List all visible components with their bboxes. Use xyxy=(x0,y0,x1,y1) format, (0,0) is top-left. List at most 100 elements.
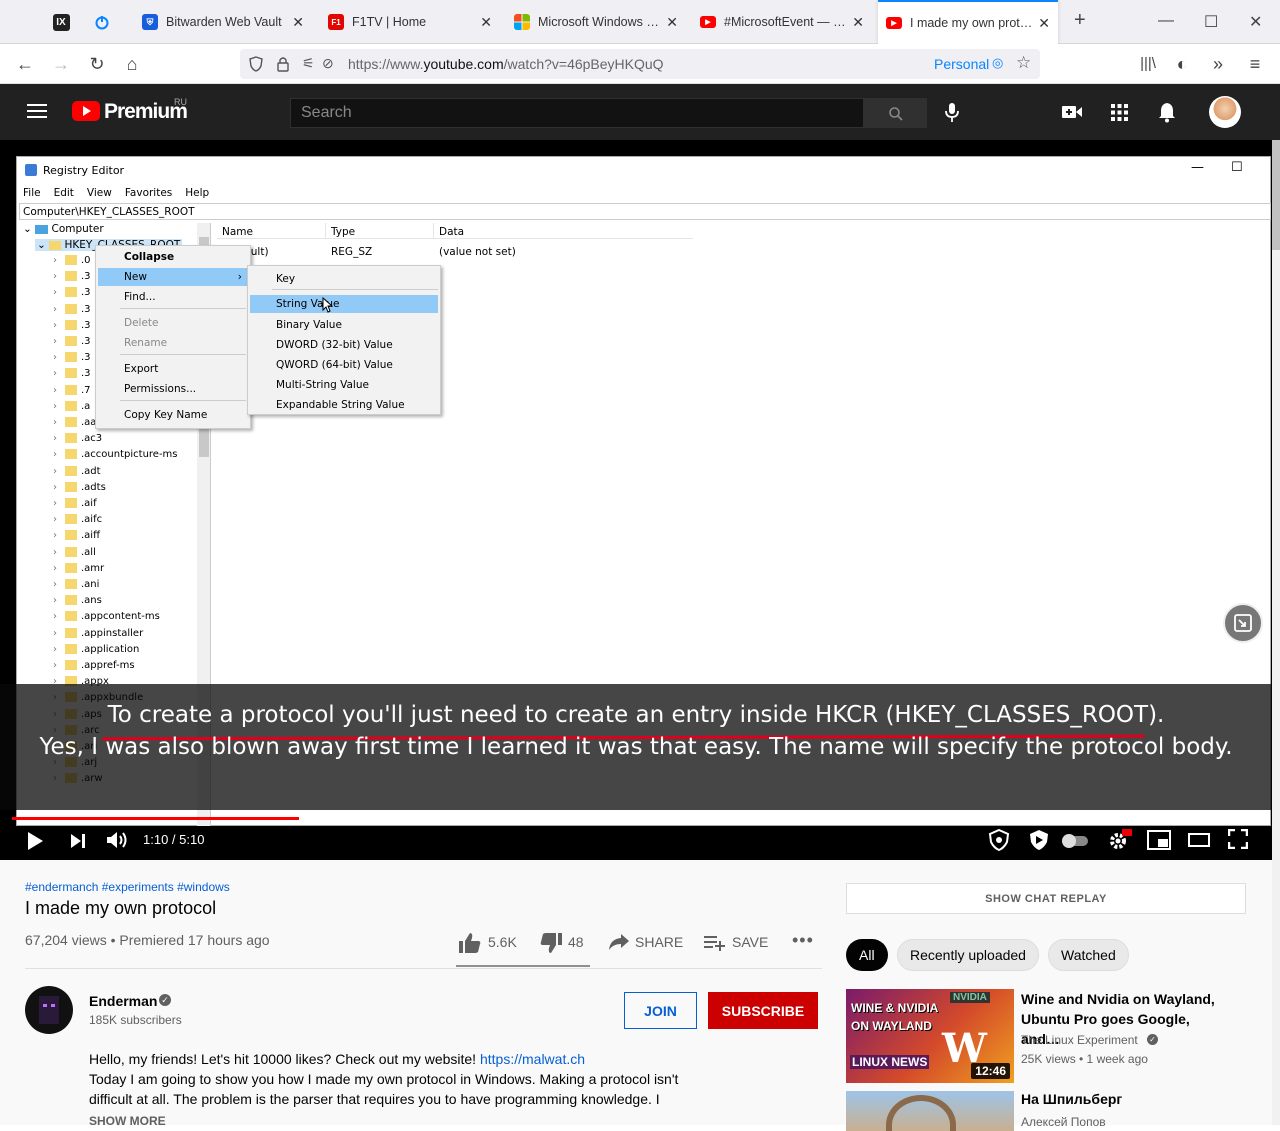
save-button[interactable]: SAVE xyxy=(732,934,768,950)
dislike-count[interactable]: 48 xyxy=(568,934,584,950)
minimize-button[interactable]: — xyxy=(1158,12,1174,30)
avatar[interactable] xyxy=(1209,96,1241,128)
next-icon[interactable] xyxy=(70,833,86,849)
folder-icon xyxy=(65,271,77,282)
back-arrow-icon[interactable]: ← xyxy=(15,54,35,74)
tab-active-protocol[interactable]: ▶ I made my own protoco ✕ xyxy=(878,0,1058,44)
close-icon[interactable]: ✕ xyxy=(852,14,864,31)
share-icon[interactable] xyxy=(608,933,630,951)
window-close-button[interactable]: ✕ xyxy=(1249,12,1262,32)
chip-watched[interactable]: Watched xyxy=(1048,939,1129,971)
search-button[interactable] xyxy=(863,98,927,128)
shield-icon[interactable] xyxy=(248,56,264,72)
create-video-icon[interactable] xyxy=(1061,104,1083,120)
new-tab-button[interactable]: + xyxy=(1074,9,1086,32)
description: Hello, my friends! Let's hit 10000 likes… xyxy=(89,1049,809,1131)
apps-grid-icon[interactable] xyxy=(1111,104,1128,121)
more-actions-icon[interactable]: ••• xyxy=(792,930,814,951)
captions-overlay: To create a protocol you'll just need to… xyxy=(0,684,1272,810)
microsoft-icon xyxy=(514,14,530,30)
miniplayer-icon[interactable] xyxy=(1147,830,1171,850)
bookmark-star-icon[interactable]: ☆ xyxy=(1016,53,1031,73)
shield-play-icon[interactable] xyxy=(1028,829,1050,851)
guide-menu-icon[interactable] xyxy=(27,103,47,119)
folder-icon xyxy=(65,562,77,573)
tab-f1tv[interactable]: F1 F1TV | Home ✕ xyxy=(320,0,500,44)
page-scrollbar[interactable] xyxy=(1272,140,1280,1125)
save-playlist-icon[interactable] xyxy=(704,935,726,951)
tree-item: › .3 xyxy=(53,336,91,347)
rec-channel-2[interactable]: Алексей Попов xyxy=(1021,1115,1106,1129)
tree-item: › .3 xyxy=(53,352,91,364)
lock-icon[interactable] xyxy=(276,56,290,72)
tree-item: › .7 xyxy=(53,384,91,396)
microphone-icon[interactable] xyxy=(944,102,960,124)
show-more-button[interactable]: SHOW MORE xyxy=(89,1111,809,1131)
channel-avatar[interactable] xyxy=(25,986,73,1034)
rec-thumbnail-1[interactable]: WINE & NVIDIA ON WAYLAND NVIDIA W LINUX … xyxy=(846,989,1014,1083)
join-button[interactable]: JOIN xyxy=(624,992,697,1029)
chevron-right-icon: › xyxy=(53,287,57,299)
thumbs-down-icon[interactable] xyxy=(539,932,563,954)
f1-icon: F1 xyxy=(328,14,344,30)
hashtags[interactable]: #endermanch #experiments #windows xyxy=(25,880,230,894)
scrollbar-thumb[interactable] xyxy=(1272,140,1280,250)
theater-mode-icon[interactable] xyxy=(1188,833,1210,847)
settings-gear-icon[interactable] xyxy=(1108,829,1132,851)
chevron-right-icon: › xyxy=(53,481,57,493)
tab-microsoft-event[interactable]: ▶ #MicrosoftEvent — прем ✕ xyxy=(692,0,872,44)
autoplay-blocked-icon[interactable]: ⊘ xyxy=(322,55,334,72)
notifications-bell-icon[interactable] xyxy=(1158,102,1176,123)
close-icon[interactable]: ✕ xyxy=(292,14,304,31)
video-title: I made my own protocol xyxy=(25,898,217,918)
volume-icon[interactable] xyxy=(106,830,130,850)
folder-icon xyxy=(65,303,77,314)
play-icon[interactable] xyxy=(26,831,44,851)
autoplay-toggle[interactable] xyxy=(1062,834,1088,848)
tab-pinned-power[interactable] xyxy=(82,0,122,44)
tab-bitwarden[interactable]: ⛨ Bitwarden Web Vault ✕ xyxy=(134,0,312,44)
youtube-logo-icon[interactable] xyxy=(72,101,100,121)
home-icon[interactable]: ⌂ xyxy=(122,54,142,74)
close-icon[interactable]: ✕ xyxy=(666,14,678,31)
like-count[interactable]: 5.6K xyxy=(488,934,517,950)
url-text[interactable]: https://www.youtube.com/watch?v=46pBeyHK… xyxy=(348,56,664,72)
chevron-right-icon: › xyxy=(53,319,57,331)
permissions-icon[interactable]: ⚟ xyxy=(302,55,315,72)
hamburger-menu-icon[interactable]: ≡ xyxy=(1245,54,1265,74)
rec-channel-1[interactable]: The Linux Experiment xyxy=(1021,1033,1138,1047)
search-input[interactable]: Search xyxy=(290,98,864,128)
chip-all[interactable]: All xyxy=(846,939,888,971)
website-link[interactable]: https://malwat.ch xyxy=(480,1051,585,1067)
close-icon[interactable]: ✕ xyxy=(1038,15,1050,32)
extension-icon[interactable]: ◐ xyxy=(1172,54,1192,74)
tab-pinned-ix[interactable]: IX xyxy=(40,0,82,44)
browser-tab-bar: IX ⛨ Bitwarden Web Vault ✕ F1 F1TV | Hom… xyxy=(0,0,1280,44)
rec-title-2[interactable]: На Шпильберг xyxy=(1021,1091,1122,1107)
subscribe-button[interactable]: SUBSCRIBE xyxy=(708,992,818,1029)
maximize-button[interactable]: ☐ xyxy=(1204,12,1218,32)
sponsorblock-icon[interactable] xyxy=(988,829,1010,851)
rec-thumbnail-2[interactable] xyxy=(846,1091,1014,1131)
chip-recently-uploaded[interactable]: Recently uploaded xyxy=(897,939,1039,971)
folder-icon xyxy=(65,595,77,606)
folder-icon xyxy=(65,546,77,557)
description-line: Today I am going to show you how I made … xyxy=(89,1071,679,1087)
show-chat-replay-button[interactable]: SHOW CHAT REPLAY xyxy=(846,883,1246,914)
thumbs-up-icon[interactable] xyxy=(458,932,482,954)
regedit-address-bar: Computer\HKEY_CLASSES_ROOT xyxy=(19,203,1271,220)
channel-name[interactable]: Enderman xyxy=(89,993,157,1009)
library-icon[interactable]: |||\ xyxy=(1138,54,1158,74)
overflow-chevron-icon[interactable]: » xyxy=(1208,54,1228,74)
tab-microsoft[interactable]: Microsoft Windows Even ✕ xyxy=(506,0,686,44)
container-label[interactable]: Personal xyxy=(934,56,989,72)
reload-icon[interactable]: ↻ xyxy=(87,54,107,74)
folder-icon xyxy=(65,449,77,460)
share-button[interactable]: SHARE xyxy=(635,934,683,950)
video-player[interactable]: Registry Editor — ☐ File Edit View Favorite… xyxy=(0,140,1272,860)
url-bar[interactable]: ⚟ ⊘ https://www.youtube.com/watch?v=46pB… xyxy=(240,49,1040,79)
forward-arrow-icon[interactable]: → xyxy=(51,54,71,74)
close-icon[interactable]: ✕ xyxy=(480,14,492,31)
fullscreen-icon[interactable] xyxy=(1228,829,1248,849)
overlay-expand-button[interactable] xyxy=(1223,603,1263,643)
